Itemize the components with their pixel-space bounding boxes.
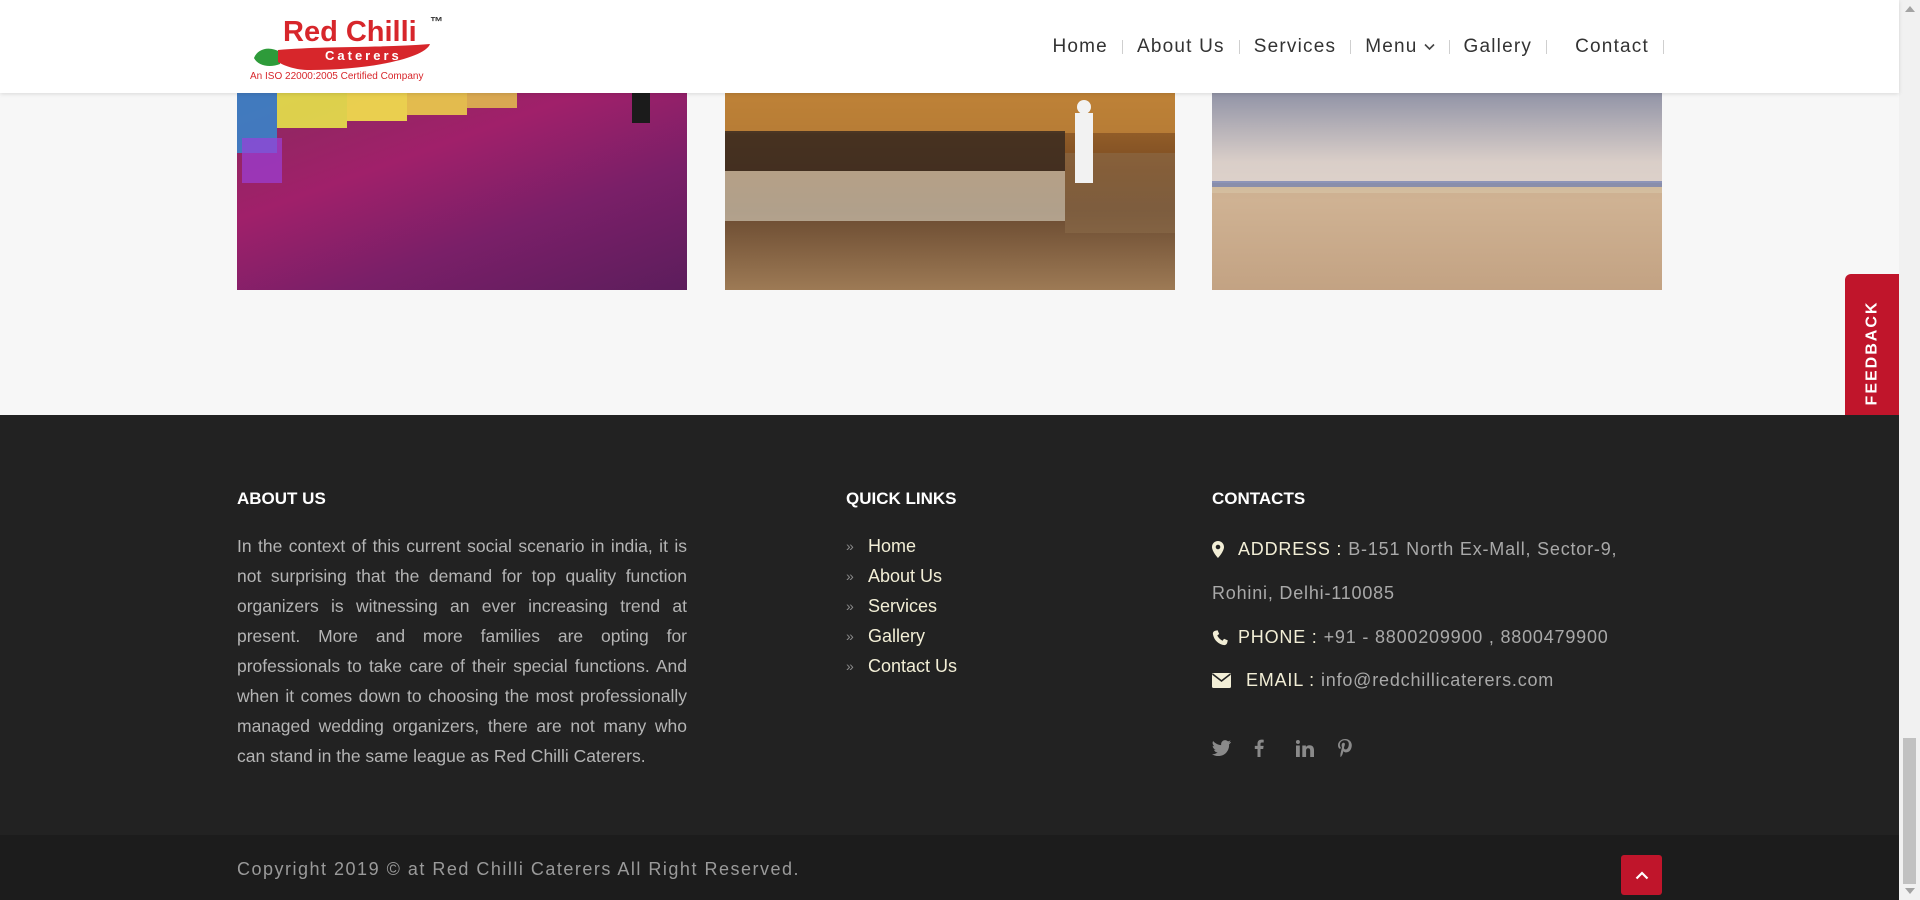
pinterest-icon[interactable] — [1338, 736, 1380, 760]
site-header: Red Chilli ™ Caterers An ISO 22000:2005 … — [0, 0, 1899, 93]
quick-link-label: About Us — [868, 565, 943, 586]
scroll-up-arrow[interactable] — [1905, 6, 1915, 12]
feedback-label: FEEDBACK — [1863, 300, 1881, 406]
nav-divider — [1663, 39, 1664, 54]
nav-services[interactable]: Services — [1240, 36, 1350, 58]
nav-menu-label: Menu — [1365, 35, 1418, 57]
logo[interactable]: Red Chilli ™ Caterers An ISO 22000:2005 … — [250, 14, 450, 84]
phone-label: PHONE : — [1238, 627, 1318, 647]
double-chevron-right-icon: » — [846, 598, 854, 614]
logo-trademark: ™ — [430, 14, 443, 29]
linkedin-icon[interactable] — [1296, 736, 1338, 760]
address-line-1: B-151 North Ex-Mall, Sector-9, — [1348, 539, 1618, 559]
quick-link-home[interactable]: » Home — [846, 531, 957, 561]
quick-link-gallery[interactable]: » Gallery — [846, 621, 957, 651]
gallery-image-buffet-counter[interactable] — [725, 93, 1175, 290]
logo-word: Caterers — [325, 48, 402, 63]
bottom-bar: Copyright 2019 © at Red Chilli Caterers … — [0, 835, 1899, 900]
nav-about-us[interactable]: About Us — [1123, 36, 1239, 58]
email-label: EMAIL : — [1246, 670, 1315, 690]
quick-link-label: Home — [868, 535, 917, 556]
double-chevron-right-icon: » — [846, 658, 854, 674]
logo-subtitle: An ISO 22000:2005 Certified Company — [250, 71, 424, 82]
gallery-image-buffet-lights[interactable] — [237, 93, 687, 290]
quick-link-label: Contact Us — [868, 655, 958, 676]
address-label: ADDRESS : — [1238, 539, 1343, 559]
footer-about-text: In the context of this current social sc… — [237, 536, 687, 766]
nav-home[interactable]: Home — [1038, 36, 1121, 58]
quick-link-about-us[interactable]: » About Us — [846, 561, 957, 591]
nav-contact[interactable]: Contact — [1547, 36, 1663, 58]
gallery-photo — [1212, 93, 1662, 290]
contact-address: ADDRESS : B-151 North Ex-Mall, Sector-9, — [1212, 539, 1617, 560]
nav-menu[interactable]: Menu — [1351, 36, 1448, 58]
main-nav: Home About Us Services Menu Gallery Cont… — [1038, 0, 1664, 93]
back-to-top-button[interactable] — [1621, 855, 1662, 895]
page-scrollbar[interactable] — [1899, 0, 1920, 900]
quick-link-services[interactable]: » Services — [846, 591, 957, 621]
double-chevron-right-icon: » — [846, 538, 854, 554]
footer: ABOUT US In the context of this current … — [0, 415, 1899, 835]
chevron-up-icon — [1635, 870, 1648, 879]
twitter-icon[interactable] — [1212, 736, 1254, 760]
map-marker-icon — [1212, 541, 1238, 558]
facebook-icon[interactable] — [1254, 736, 1296, 760]
feedback-tab[interactable]: FEEDBACK — [1845, 274, 1899, 432]
quick-link-contact-us[interactable]: » Contact Us — [846, 651, 957, 681]
address-line-2: Rohini, Delhi-110085 — [1212, 583, 1395, 603]
double-chevron-right-icon: » — [846, 568, 854, 584]
quick-links-list: » Home » About Us » Services » Gallery »… — [846, 531, 957, 681]
contact-phone: PHONE : +91 - 8800209900 , 8800479900 — [1212, 627, 1609, 648]
chevron-down-icon — [1423, 43, 1435, 50]
phone-value[interactable]: +91 - 8800209900 , 8800479900 — [1324, 627, 1609, 648]
envelope-icon — [1212, 673, 1246, 688]
nav-gallery[interactable]: Gallery — [1450, 36, 1547, 58]
footer-about-title: ABOUT US — [237, 489, 326, 508]
email-value[interactable]: info@redchillicaterers.com — [1321, 670, 1554, 691]
social-icons — [1212, 736, 1380, 760]
scroll-thumb[interactable] — [1903, 738, 1916, 884]
footer-contacts-title: CONTACTS — [1212, 489, 1306, 508]
quick-link-label: Gallery — [868, 625, 926, 646]
scroll-down-arrow[interactable] — [1905, 888, 1915, 894]
gallery-image-buffet-decor[interactable] — [1212, 93, 1662, 290]
quick-link-label: Services — [868, 595, 938, 616]
copyright-text: Copyright 2019 © at Red Chilli Caterers … — [237, 859, 800, 879]
footer-quick-links-title: QUICK LINKS — [846, 489, 957, 508]
contact-email: EMAIL : info@redchillicaterers.com — [1212, 670, 1554, 691]
double-chevron-right-icon: » — [846, 628, 854, 644]
gallery-photo — [237, 93, 650, 183]
phone-icon — [1212, 629, 1238, 646]
gallery-photo — [725, 93, 1175, 233]
